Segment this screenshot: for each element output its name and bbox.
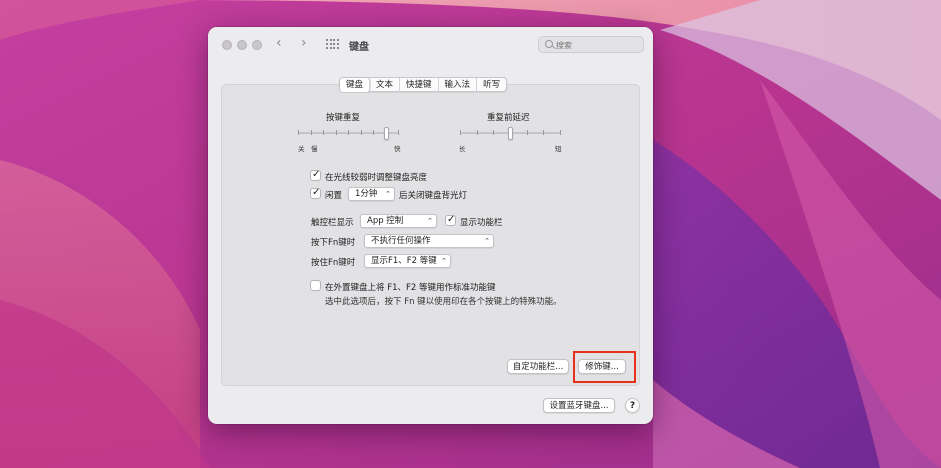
backlight-suffix-label: 后关闭键盘背光灯 [399,191,468,201]
key-repeat-knob[interactable] [383,127,389,140]
backlight-duration-value: 1分钟 [355,189,378,199]
zoom-button[interactable] [252,40,262,50]
press-fn-value: 不执行任何操作 [371,236,431,246]
delay-until-repeat-title: 重复前延迟 [487,113,530,123]
tab-dictation[interactable]: 听写 [477,78,506,92]
backlight-off-checkbox[interactable] [310,187,321,199]
key-repeat-tick [360,130,362,135]
hold-fn-popup[interactable]: 显示F1、F2 等键 ⌃ [364,254,451,268]
search-icon [545,40,553,48]
key-repeat-tick [348,130,349,135]
use-fkeys-description: 选中此选项后，按下 Fn 键以使用印在各个按键上的特殊功能。 [325,297,562,307]
tab-keyboard[interactable]: 键盘 [340,78,371,92]
forward-button[interactable]: › [301,35,307,51]
hold-fn-value: 显示F1、F2 等键 [371,256,437,266]
key-repeat-title: 按键重复 [326,113,361,123]
search-field[interactable] [538,36,644,53]
updown-chevron-icon: ⌃ [441,257,447,265]
delay-until-repeat-tick [476,130,478,135]
key-repeat-tick [398,130,399,135]
touchbar-shows-value: App 控制 [367,216,404,226]
key-repeat-tick [298,130,299,135]
minimize-button[interactable] [237,40,247,50]
delay-until-repeat-tick [460,130,461,135]
help-button[interactable]: ? [625,398,640,413]
adjust-brightness-label: 在光线较弱时调整键盘亮度 [325,173,428,183]
tab-input-sources[interactable]: 输入法 [439,78,478,92]
press-fn-label: 按下Fn键时 [311,238,356,248]
tab-shortcuts[interactable]: 快捷键 [400,78,439,92]
key-repeat-label-off: 关 [298,145,305,153]
customize-touchbar-button[interactable]: 自定功能栏... [507,359,569,374]
modifier-keys-highlight [573,351,636,383]
delay-until-repeat-tick [560,130,561,135]
key-repeat-label-slow: 慢 [311,145,318,153]
touchbar-label: 触控栏显示 [311,218,354,228]
use-fkeys-checkbox[interactable] [310,280,321,291]
updown-chevron-icon: ⌃ [385,190,391,198]
key-repeat-tick [323,130,324,135]
use-fkeys-label: 在外置键盘上将 F1、F2 等键用作标准功能键 [325,283,496,293]
updown-chevron-icon: ⌃ [484,237,490,245]
delay-until-repeat-tick [493,130,495,135]
show-function-row-label: 显示功能栏 [460,218,503,228]
touchbar-shows-popup[interactable]: App 控制 ⌃ [360,214,437,228]
show-function-row-checkbox[interactable] [445,214,456,226]
delay-label-short: 短 [555,145,562,153]
search-input[interactable] [556,37,641,53]
hold-fn-label: 按住Fn键时 [311,258,356,268]
delay-until-repeat-tick [526,130,528,135]
adjust-brightness-checkbox[interactable] [310,169,321,181]
delay-until-repeat-knob[interactable] [508,127,513,140]
delay-until-repeat-tick [543,130,545,135]
backlight-idle-label: 闲置 [325,191,343,201]
title-bar: ‹ › 键盘 [208,27,653,61]
updown-chevron-icon: ⌃ [427,217,433,225]
keyboard-preferences-window: ‹ › 键盘 键盘 文本 快捷键 输入法 听写 按键重复 关 慢 快 重复前延迟… [208,27,653,424]
show-all-grid-icon[interactable] [326,39,339,50]
close-button[interactable] [222,40,232,50]
setup-bluetooth-keyboard-button[interactable]: 设置蓝牙键盘... [543,398,615,413]
key-repeat-tick [335,130,337,135]
backlight-duration-popup[interactable]: 1分钟 ⌃ [348,187,395,201]
window-title: 键盘 [349,42,369,53]
key-repeat-tick [373,130,374,135]
key-repeat-tick [310,130,312,135]
tab-text[interactable]: 文本 [370,78,401,92]
key-repeat-label-fast: 快 [394,145,401,153]
tab-bar: 键盘 文本 快捷键 输入法 听写 [339,77,508,92]
delay-label-long: 长 [459,145,466,153]
press-fn-popup[interactable]: 不执行任何操作 ⌃ [364,234,494,248]
back-button[interactable]: ‹ [276,35,282,51]
